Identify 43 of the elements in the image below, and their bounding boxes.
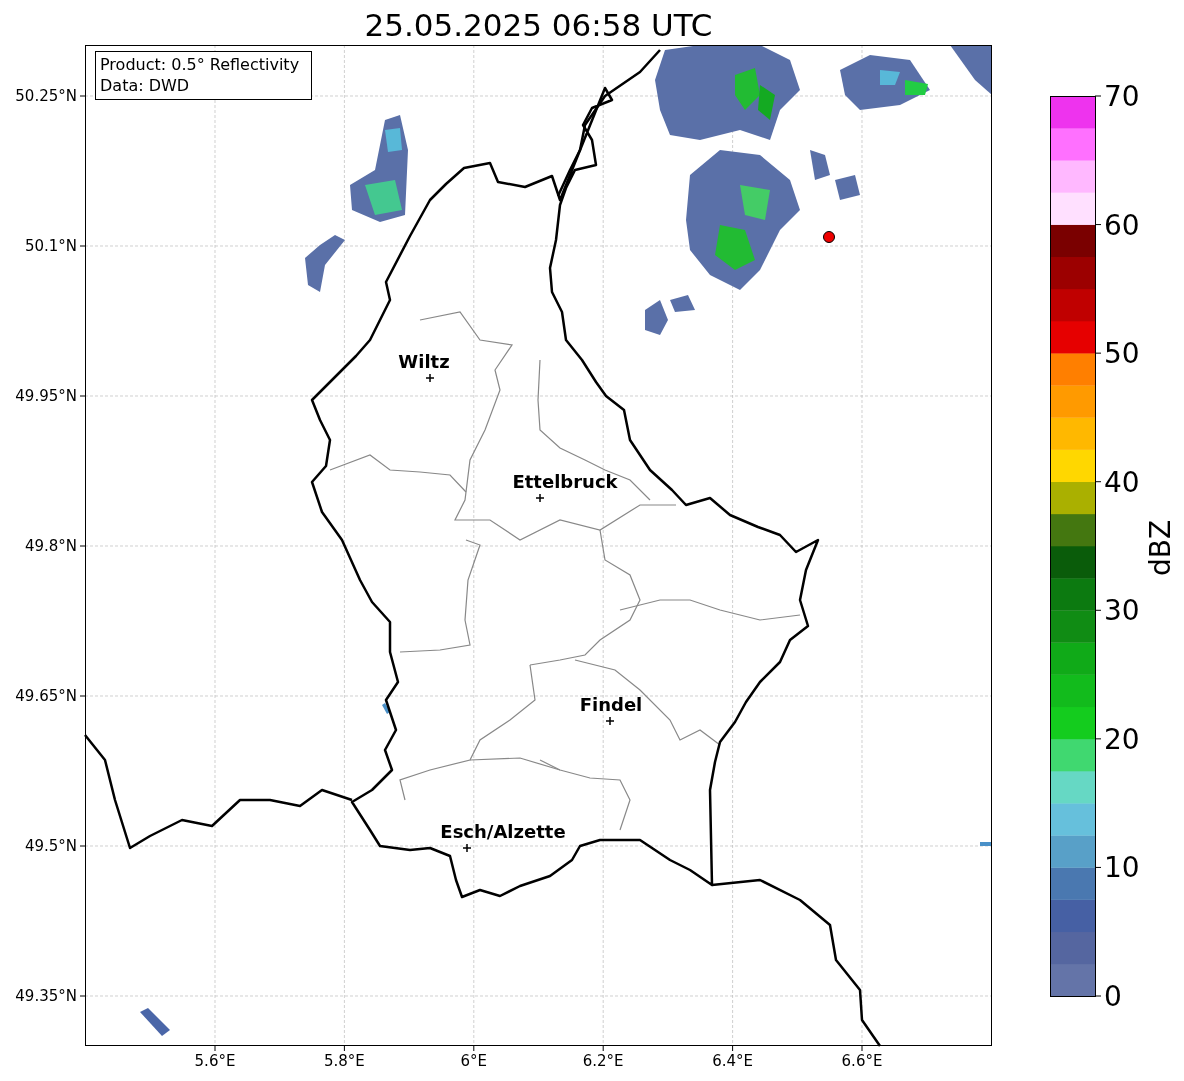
city-marker-icon [462,843,472,853]
longitude-label: 5.8°E [324,1052,365,1070]
legend-text: Data: DWD [100,76,190,95]
colorbar-tick-label: 60 [1104,208,1140,242]
colorbar-tick-label: 20 [1104,722,1140,756]
latitude-label: 49.35°N [15,987,77,1005]
colorbar-tick-label: 40 [1104,465,1140,499]
latitude-label: 50.25°N [15,87,77,105]
radar-echo [835,175,860,200]
latitude-label: 49.8°N [24,537,77,555]
city-label: Findel [579,694,643,715]
city-label: Esch/Alzette [440,821,566,842]
longitude-label: 6.4°E [712,1052,753,1070]
radar-echo [980,842,992,846]
colorbar-tick-label: 0 [1104,980,1122,1013]
longitude-label: 6°E [460,1052,488,1070]
radar-echo [140,1008,170,1036]
radar-echo [670,295,695,312]
colorbar-tick-label: 70 [1104,80,1140,113]
chart-title: 25.05.2025 06:58 UTC [363,6,714,45]
latitude-label: 50.1°N [24,237,77,255]
colorbar-tick-label: 50 [1104,337,1140,371]
latitude-label: 49.95°N [15,387,77,405]
latitude-label: 49.65°N [15,687,77,705]
city-marker-icon [425,373,435,383]
radar-echo [810,150,830,180]
longitude-label: 5.6°E [194,1052,236,1070]
colorbar-tick-label: 30 [1104,594,1140,628]
location-dot-icon [823,231,835,243]
radar-echo [645,300,668,335]
colorbar-tick-label: 10 [1104,851,1140,885]
longitude-label: 6.2°E [582,1052,624,1070]
city-marker-icon [535,493,545,503]
city-label: Wiltz [398,351,450,372]
legend-text: Product: 0.5° Reflectivity [100,55,300,74]
colorbar-label: dBZ [1144,519,1177,577]
longitude-label: 6.6°E [841,1052,883,1070]
city-marker-icon [605,716,615,726]
radar-echo [382,703,390,714]
city-label: Ettelbruck [512,471,618,492]
radar-echo [305,235,345,292]
radar-echo [950,45,992,95]
latitude-label: 49.5°N [24,837,77,855]
